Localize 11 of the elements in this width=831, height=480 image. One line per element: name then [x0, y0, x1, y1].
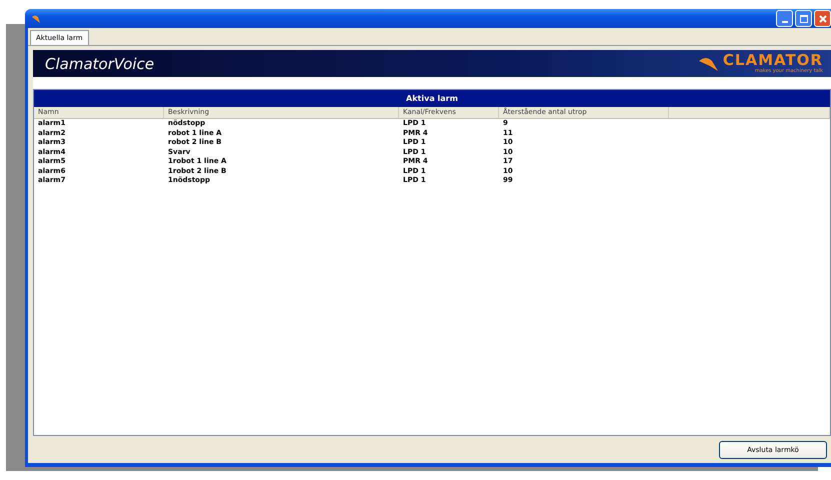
app-icon	[31, 14, 41, 24]
panel-title: Aktiva larm	[34, 90, 830, 107]
maximize-button[interactable]	[795, 10, 812, 27]
maximize-icon	[800, 14, 808, 22]
logo-name: CLAMATOR	[722, 53, 823, 68]
minimize-button[interactable]	[776, 10, 793, 27]
logo-icon	[698, 56, 720, 72]
close-icon	[818, 14, 826, 22]
minimize-icon	[782, 20, 788, 22]
close-button[interactable]	[814, 10, 831, 27]
app-title: ClamatorVoice	[45, 54, 154, 72]
